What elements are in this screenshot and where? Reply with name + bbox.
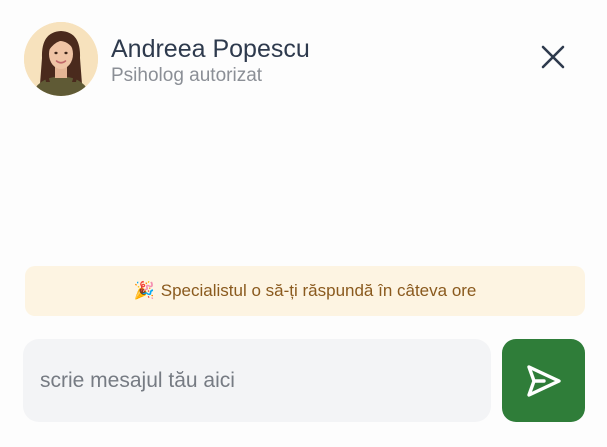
- notice-text: Specialistul o să-ți răspundă în câteva …: [160, 281, 477, 300]
- close-icon: [541, 45, 565, 69]
- message-input[interactable]: [23, 339, 491, 422]
- send-button[interactable]: [502, 339, 585, 422]
- chat-header: Andreea Popescu Psiholog autorizat: [24, 22, 584, 98]
- send-icon: [526, 364, 561, 397]
- response-time-notice: 🎉 Specialistul o să-ți răspundă în câtev…: [25, 266, 585, 316]
- party-popper-icon: 🎉: [133, 281, 155, 301]
- contact-name: Andreea Popescu: [111, 35, 310, 63]
- close-button[interactable]: [540, 44, 566, 70]
- contact-role: Psiholog autorizat: [111, 65, 263, 86]
- avatar-portrait: [24, 22, 98, 96]
- avatar: [24, 22, 98, 96]
- chat-window: Andreea Popescu Psiholog autorizat 🎉 Spe…: [0, 0, 607, 447]
